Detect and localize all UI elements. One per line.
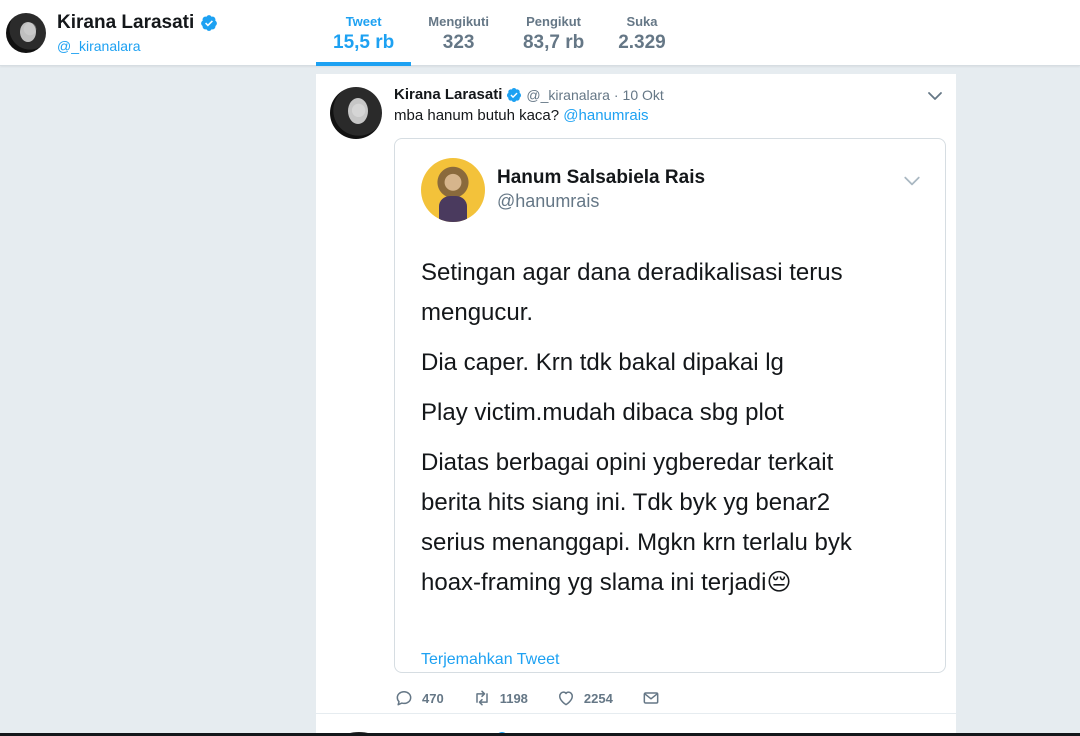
chevron-down-icon [904,176,920,186]
tweet-text: mba hanum butuh kaca? @hanumrais [394,107,649,124]
heart-icon [558,691,573,706]
tweet-mention-link[interactable]: @hanumrais [563,107,648,124]
profile-stats: Tweet 15,5 rb Mengikuti 323 Pengikut 83,… [316,0,683,66]
verified-badge-icon [507,87,522,102]
quoted-paragraph: Setingan agar dana deradikalisasi terus … [421,253,921,333]
like-button[interactable]: 2254 [556,688,613,708]
quoted-paragraph: Play victim.mudah dibaca sbg plot [421,393,921,433]
profile-name[interactable]: Kirana Larasati [57,12,218,34]
quoted-line: berita hits siang ini. Tdk byk yg benar2 [421,489,831,516]
quoted-line: Dia caper. Krn tdk bakal dipakai lg [421,349,784,376]
stat-value: 2.329 [618,32,666,53]
timeline: Kirana Larasati @_kiranalara · 10 Okt mb… [316,74,956,736]
tweet-author-avatar[interactable] [330,87,382,139]
quoted-paragraph: Diatas berbagai opini ygberedar terkait … [421,443,921,603]
chevron-down-icon[interactable] [927,88,943,104]
quoted-tweet-body: Setingan agar dana deradikalisasi terus … [421,253,921,613]
stat-label: Mengikuti [428,14,489,29]
quoted-line: mengucur. [421,299,534,326]
reply-button[interactable]: 470 [394,688,444,708]
profile-avatar[interactable] [6,13,46,53]
quoted-author-avatar [421,158,485,222]
quoted-line: serius menanggapi. Mgkn krn terlalu byk [421,529,852,556]
tweet-timestamp[interactable]: 10 Okt [623,87,664,103]
direct-message-icon [643,692,659,704]
verified-badge-icon [201,15,218,31]
quoted-author-name: Hanum Salsabiela Rais [497,167,706,188]
stat-followers[interactable]: Pengikut 83,7 rb [506,0,601,66]
tweet-text-body: mba hanum butuh kaca? [394,107,560,124]
quoted-line: hoax-framing yg slama ini terjadi [421,569,767,596]
retweet-button[interactable]: 1198 [472,688,528,708]
stat-value: 83,7 rb [522,32,585,53]
profile-handle[interactable]: @_kiranalara [57,38,140,54]
quoted-paragraph: Dia caper. Krn tdk bakal dipakai lg [421,343,921,383]
tweet-header: Kirana Larasati @_kiranalara · 10 Okt [394,86,664,103]
direct-message-button[interactable] [641,688,661,708]
profile-name-text: Kirana Larasati [57,12,195,33]
reply-icon [396,691,412,706]
like-count: 2254 [583,690,613,706]
stat-value: 15,5 rb [333,32,395,53]
stat-likes[interactable]: Suka 2.329 [601,0,683,66]
stat-label: Tweet [345,14,382,29]
profile-nav-bar: Kirana Larasati @_kiranalara Tweet 15,5 … [0,0,1080,66]
quoted-author-handle: @hanumrais [497,191,600,211]
stat-following[interactable]: Mengikuti 323 [411,0,506,66]
stat-label: Suka [626,14,658,29]
quoted-line: Play victim.mudah dibaca sbg plot [421,399,784,426]
stat-tweets[interactable]: Tweet 15,5 rb [316,0,412,66]
tweet-author-name[interactable]: Kirana Larasati [394,86,502,103]
tweet[interactable]: Kirana Larasati @_kiranalara · 10 Okt mb… [316,74,956,714]
tweet-media-image[interactable]: Hanum Salsabiela Rais @hanumrais Setinga… [394,138,946,673]
retweet-count: 1198 [499,690,528,706]
quoted-line: Setingan agar dana deradikalisasi terus [421,259,843,286]
pensive-face-emoji: 😔 [766,569,792,596]
stat-label: Pengikut [526,14,582,29]
quoted-line: Diatas berbagai opini ygberedar terkait [421,449,834,476]
tweet-separator: · [613,86,619,103]
translate-tweet-link[interactable]: Terjemahkan Tweet [421,651,559,669]
tweet-author-handle[interactable]: @_kiranalara [526,87,609,103]
tweet-action-bar: 470 1198 2254 [394,686,689,710]
reply-count: 470 [422,690,444,706]
retweet-icon [475,690,488,706]
stat-value: 323 [442,32,475,53]
